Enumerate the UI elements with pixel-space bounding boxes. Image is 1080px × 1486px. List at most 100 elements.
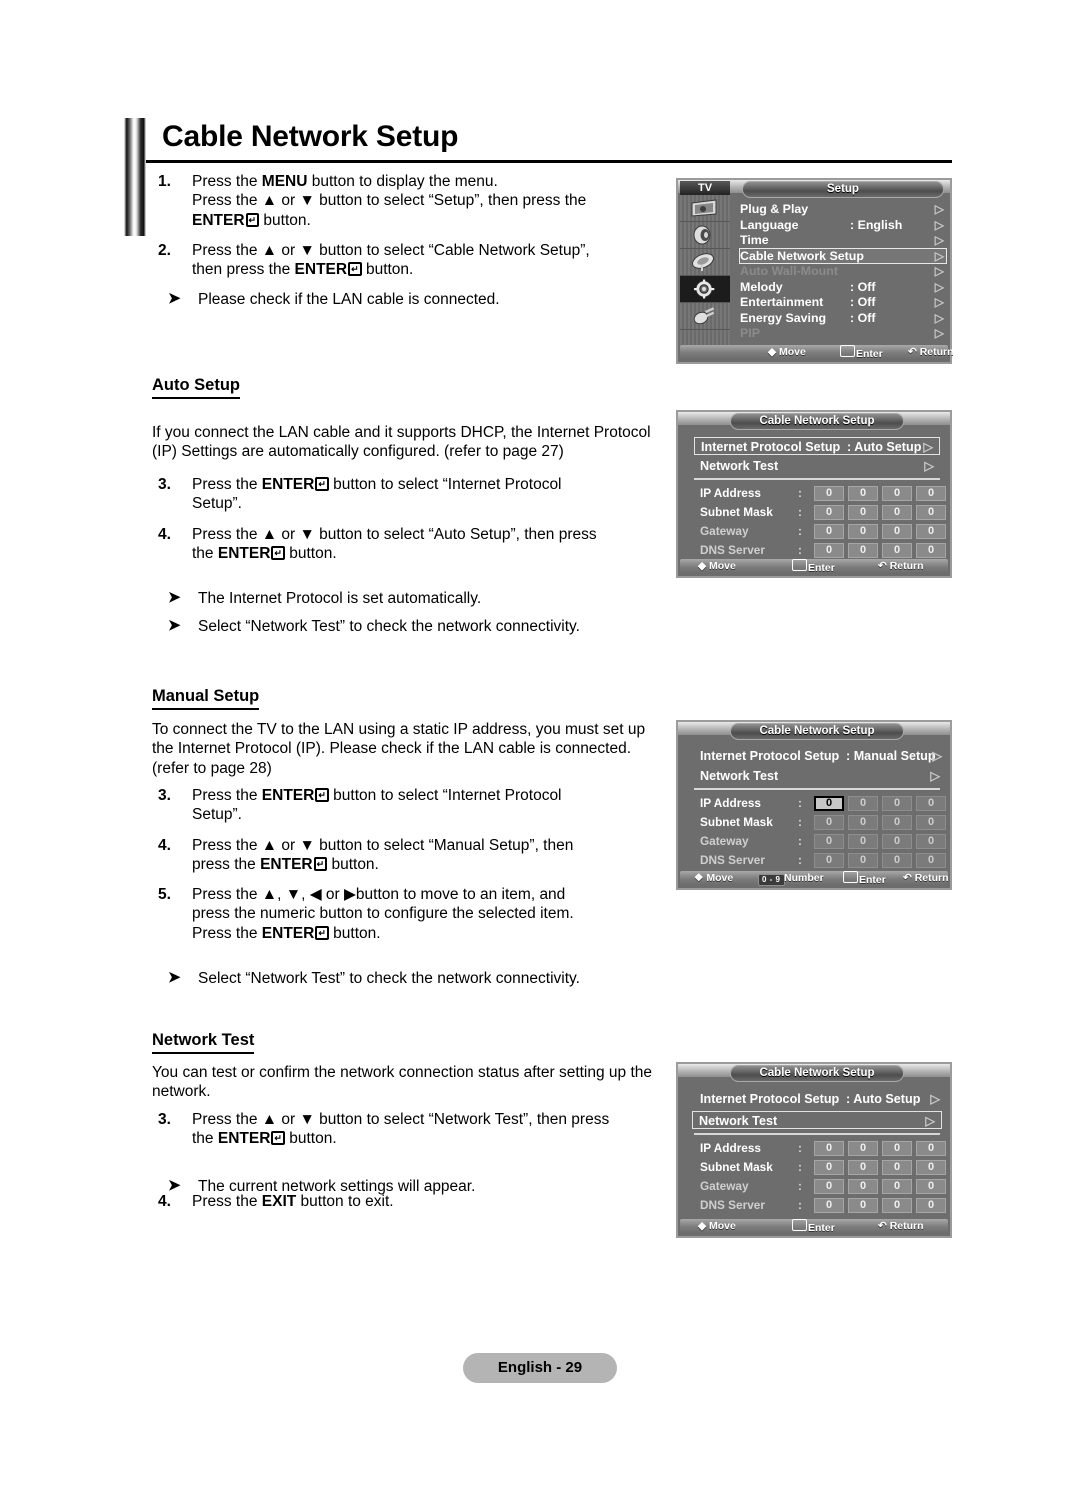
osd-row-internet-protocol[interactable]: Internet Protocol Setup : Auto Setup ▷ (694, 437, 940, 455)
chevron-right-icon: ▷ (934, 310, 944, 325)
ip-octet-field[interactable]: 0 (814, 834, 844, 849)
ip-octet-field[interactable]: 0 (814, 796, 844, 811)
ip-octet-field[interactable]: 0 (848, 815, 878, 830)
menu-row[interactable]: Entertainment: Off ▷ (740, 295, 946, 309)
ip-octet-field[interactable]: 0 (814, 853, 844, 868)
ip-octet-field[interactable]: 0 (882, 543, 912, 558)
menu-row[interactable]: PIP ▷ (740, 326, 946, 340)
ip-octet-field[interactable]: 0 (814, 505, 844, 520)
ip-octet-field[interactable]: 0 (814, 815, 844, 830)
ip-octet-field[interactable]: 0 (882, 1179, 912, 1194)
ip-octet-field[interactable]: 0 (814, 543, 844, 558)
ip-octet-field[interactable]: 0 (814, 1179, 844, 1194)
ip-octet-field[interactable]: 0 (882, 486, 912, 501)
ip-octet-field[interactable]: 0 (882, 1141, 912, 1156)
title-decoration-bar (124, 118, 146, 236)
ip-octet-field[interactable]: 0 (882, 524, 912, 539)
sidebar-item-channel[interactable] (680, 249, 730, 276)
ip-octet-field[interactable]: 0 (848, 1141, 878, 1156)
ip-octet-field[interactable]: 0 (848, 486, 878, 501)
ip-octet-field[interactable]: 0 (848, 1198, 878, 1213)
ip-octet-field[interactable]: 0 (916, 543, 946, 558)
menu-row[interactable]: Auto Wall-Mount ▷ (740, 264, 946, 278)
ip-octet-field[interactable]: 0 (916, 834, 946, 849)
note-item: ➤ The Internet Protocol is set automatica… (168, 589, 482, 608)
ip-octet-field[interactable]: 0 (916, 1160, 946, 1175)
ip-octet-field[interactable]: 0 (882, 1198, 912, 1213)
field-label: DNS Server (700, 853, 765, 867)
ip-octet-field[interactable]: 0 (882, 505, 912, 520)
ip-octet-field[interactable]: 0 (814, 1141, 844, 1156)
osd-divider (694, 788, 940, 790)
ip-octet-field[interactable]: 0 (882, 1160, 912, 1175)
osd-setup-rows[interactable]: Plug & Play ▷ Language: English ▷ Time ▷ Cable… (739, 202, 947, 342)
menu-row[interactable]: Plug & Play ▷ (740, 202, 946, 216)
ip-octet-field[interactable]: 0 (848, 853, 878, 868)
menu-row[interactable]: Time ▷ (740, 233, 946, 247)
bottom-return: ↶ Return (878, 560, 924, 572)
sidebar-item-sound[interactable] (680, 222, 730, 249)
ip-octet-field[interactable]: 0 (916, 853, 946, 868)
ip-octet-field[interactable]: 0 (848, 796, 878, 811)
field-colon: : (798, 853, 802, 867)
osd-title: Cable Network Setup (730, 1065, 904, 1082)
ip-octet-field[interactable]: 0 (882, 834, 912, 849)
osd-row-internet-protocol[interactable]: Internet Protocol Setup : Auto Setup ▷ (694, 1090, 942, 1108)
ip-octet-field[interactable]: 0 (916, 524, 946, 539)
bottom-return: ↶ Return (903, 872, 949, 884)
ip-octet-field[interactable]: 0 (882, 815, 912, 830)
osd-cable-manual[interactable]: Cable Network Setup Internet Protocol Se… (676, 720, 952, 890)
chevron-right-icon: ▷ (924, 459, 934, 473)
osd-row-internet-protocol[interactable]: Internet Protocol Setup : Manual Setup ▷ (694, 747, 942, 765)
auto-setup-heading-wrap: Auto Setup (152, 376, 662, 399)
chevron-right-icon: ▷ (925, 1114, 935, 1128)
menu-row[interactable]: Language: English ▷ (740, 218, 946, 232)
bottom-enter: Enter (843, 871, 886, 886)
osd-bottom-bar: ◆ Move Enter ↶ Return (680, 559, 948, 574)
page-footer-badge: English - 29 (463, 1353, 617, 1383)
field-colon: : (798, 524, 802, 538)
ip-octet-field[interactable]: 0 (916, 796, 946, 811)
ip-octet-field[interactable]: 0 (848, 1179, 878, 1194)
manual-setup-heading: Manual Setup (152, 687, 260, 710)
ip-octet-field[interactable]: 0 (916, 815, 946, 830)
sidebar-item-picture[interactable] (680, 195, 730, 222)
note-item: ➤ Select “Network Test” to check the netw… (168, 969, 580, 988)
sidebar-item-input[interactable] (680, 303, 730, 330)
osd-row-network-test[interactable]: Network Test ▷ (692, 1111, 942, 1129)
ip-octet-field[interactable]: 0 (916, 1198, 946, 1213)
ip-octet-field[interactable]: 0 (916, 505, 946, 520)
osd-cable-auto[interactable]: Cable Network Setup Internet Protocol Se… (676, 410, 952, 578)
ip-octet-field[interactable]: 0 (814, 486, 844, 501)
osd-setup-menu[interactable]: TV Setup Plug & Play ▷ Language: Englis… (676, 178, 954, 364)
ip-octet-field[interactable]: 0 (882, 853, 912, 868)
input-icon (693, 307, 715, 325)
ip-octet-field[interactable]: 0 (848, 834, 878, 849)
step-number: 1. (158, 173, 171, 190)
ip-octet-field[interactable]: 0 (848, 524, 878, 539)
numbered-step: 3. Press the ENTER ↵ button to select “Int… (158, 476, 562, 513)
ip-octet-field[interactable]: 0 (848, 505, 878, 520)
enter-icon: ↵ (315, 477, 329, 491)
bottom-move: ❖ Move (694, 872, 734, 884)
ip-octet-field[interactable]: 0 (916, 1179, 946, 1194)
osd-cable-test[interactable]: Cable Network Setup Internet Protocol Se… (676, 1062, 952, 1238)
field-colon: : (798, 815, 802, 829)
osd-sidebar[interactable] (680, 195, 730, 345)
ip-octet-field[interactable]: 0 (916, 1141, 946, 1156)
osd-tv-tag: TV (680, 181, 730, 195)
ip-octet-field[interactable]: 0 (882, 796, 912, 811)
ip-octet-field[interactable]: 0 (814, 524, 844, 539)
ip-octet-field[interactable]: 0 (848, 1160, 878, 1175)
menu-row[interactable]: Energy Saving: Off ▷ (740, 311, 946, 325)
ip-octet-field[interactable]: 0 (916, 486, 946, 501)
menu-row[interactable]: Melody: Off ▷ (740, 280, 946, 294)
menu-row[interactable]: Cable Network Setup ▷ (739, 247, 947, 264)
chevron-right-icon: ▷ (934, 202, 944, 216)
sidebar-item-setup[interactable] (680, 276, 730, 303)
ip-octet-field[interactable]: 0 (814, 1198, 844, 1213)
ip-octet-field[interactable]: 0 (848, 543, 878, 558)
ip-octet-field[interactable]: 0 (814, 1160, 844, 1175)
osd-row-network-test[interactable]: Network Test ▷ (694, 457, 940, 475)
osd-row-network-test[interactable]: Network Test ▷ (694, 767, 942, 785)
